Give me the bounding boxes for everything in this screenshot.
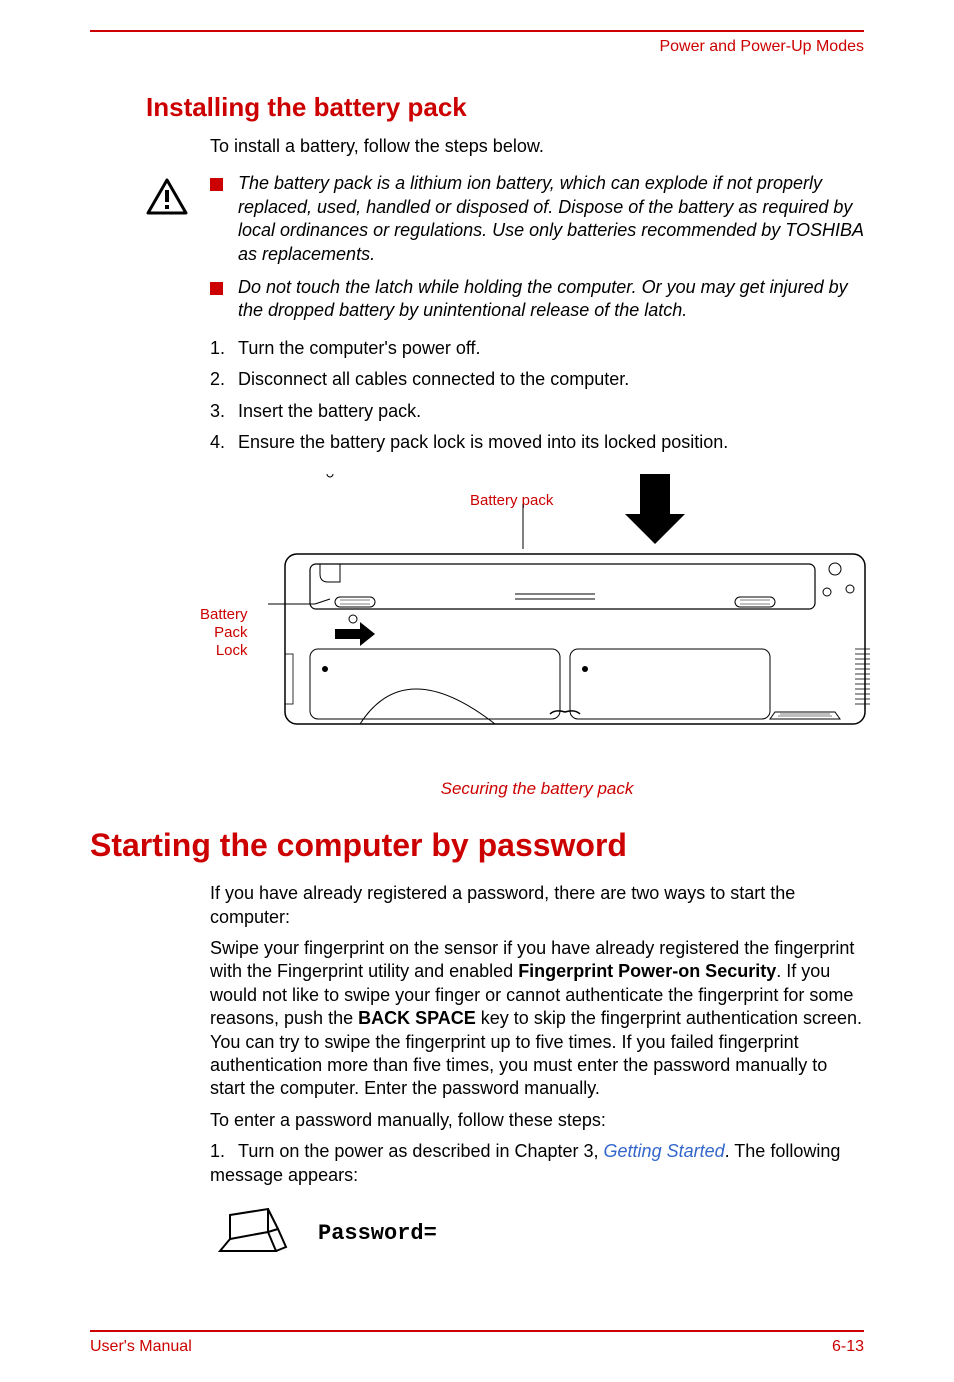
- laptop-icon: [218, 1207, 288, 1262]
- para3: To enter a password manually, follow the…: [210, 1109, 864, 1132]
- header-rule: [90, 30, 864, 32]
- step-text: Disconnect all cables connected to the c…: [238, 369, 629, 389]
- step-4: 4.Ensure the battery pack lock is moved …: [210, 431, 864, 454]
- step-text: Ensure the battery pack lock is moved in…: [238, 432, 728, 452]
- section-heading-install: Installing the battery pack: [146, 92, 954, 123]
- page-header: Power and Power-Up Modes: [0, 38, 864, 56]
- warning-item-2: Do not touch the latch while holding the…: [210, 276, 864, 323]
- laptop-diagram: [265, 474, 885, 769]
- footer-right: 6-13: [832, 1338, 864, 1356]
- step-2: 2.Disconnect all cables connected to the…: [210, 368, 864, 391]
- footer-left: User's Manual: [90, 1338, 192, 1356]
- password-prompt-text: Password=: [318, 1221, 437, 1246]
- warning-icon: [146, 178, 188, 221]
- figure-label-lock: Battery Pack Lock: [200, 606, 248, 660]
- chapter-heading-password: Starting the computer by password: [90, 827, 954, 864]
- intro-text: To install a battery, follow the steps b…: [210, 135, 864, 158]
- para2-bold2: BACK SPACE: [358, 1008, 476, 1028]
- step-3: 3.Insert the battery pack.: [210, 400, 864, 423]
- para2-bold1: Fingerprint Power-on Security: [518, 961, 776, 981]
- getting-started-link[interactable]: Getting Started: [604, 1141, 725, 1161]
- step-1: 1.Turn the computer's power off.: [210, 337, 864, 360]
- para1: If you have already registered a passwor…: [210, 882, 864, 929]
- warning-box: The battery pack is a lithium ion batter…: [146, 172, 864, 322]
- figure-caption: Securing the battery pack: [210, 779, 864, 799]
- para2: Swipe your fingerprint on the sensor if …: [210, 937, 864, 1101]
- footer: User's Manual 6-13: [90, 1330, 864, 1356]
- figure: Battery pack Battery Pack Lock: [210, 474, 864, 769]
- pw-step1-pre: Turn on the power as described in Chapte…: [238, 1141, 604, 1161]
- warning-item-1: The battery pack is a lithium ion batter…: [210, 172, 864, 266]
- step-text: Turn the computer's power off.: [238, 338, 481, 358]
- password-prompt-box: Password=: [218, 1207, 864, 1267]
- pw-step-1: 1.Turn on the power as described in Chap…: [210, 1140, 864, 1187]
- step-text: Insert the battery pack.: [238, 401, 421, 421]
